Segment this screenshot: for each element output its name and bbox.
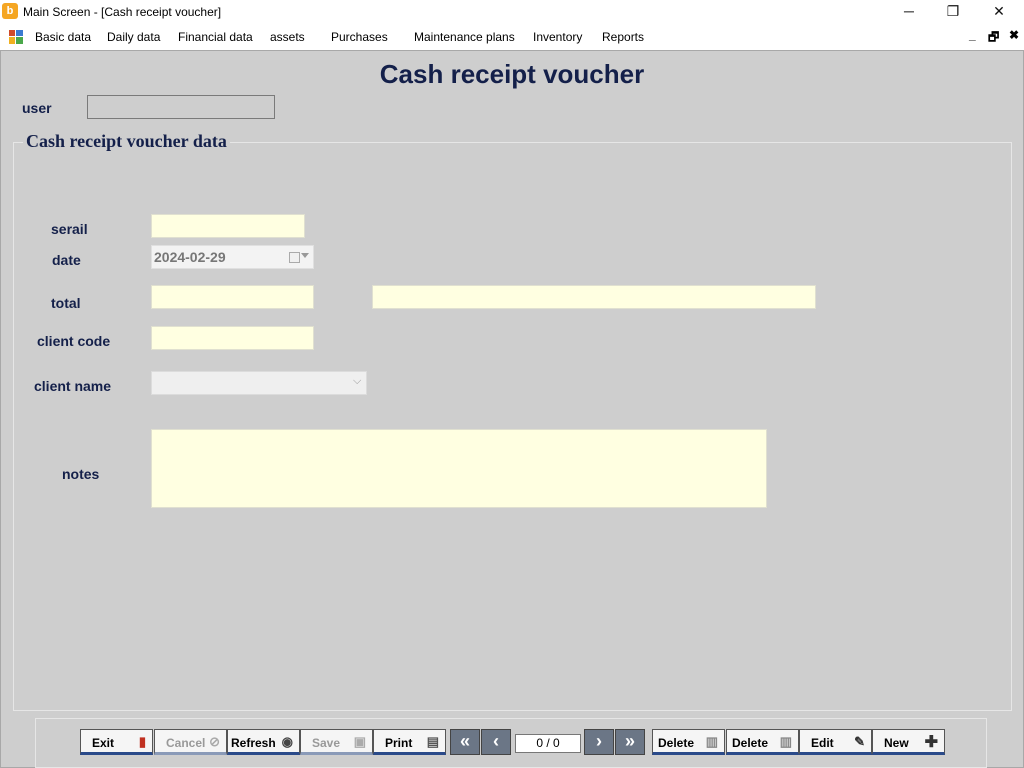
form-title: Cash receipt voucher: [379, 59, 645, 89]
cancel-circle-icon: ⊘: [209, 734, 220, 749]
new-button-label: New: [884, 736, 909, 750]
group-title: Cash receipt voucher data: [23, 131, 230, 152]
refresh-button-label: Refresh: [231, 736, 276, 750]
trash-icon: ▥: [705, 734, 718, 749]
client-name-label: client name: [34, 378, 112, 394]
notes-label: notes: [62, 466, 100, 482]
refresh-button[interactable]: Refresh ◉: [227, 729, 300, 755]
user-label: user: [22, 100, 52, 116]
client-name-select[interactable]: [151, 371, 367, 395]
print-button-label: Print: [385, 736, 413, 750]
chevron-down-icon[interactable]: ⌵: [353, 375, 1018, 388]
menu-reports[interactable]: Reports: [602, 30, 644, 44]
cancel-button-label: Cancel: [166, 736, 206, 750]
first-record-button[interactable]: «: [450, 729, 480, 755]
pencil-icon: ✎: [854, 734, 865, 749]
form-area: Cash receipt voucher user Cash receipt v…: [0, 50, 1024, 768]
record-pager[interactable]: 0 / 0: [515, 734, 581, 753]
refresh-icon: ◉: [281, 734, 293, 749]
mdi-restore-button[interactable]: 🗗: [988, 28, 999, 49]
restore-button[interactable]: ❐: [930, 0, 976, 24]
mdi-close-button[interactable]: ✖: [1009, 28, 1019, 42]
menu-assets[interactable]: assets: [270, 30, 305, 44]
exit-door-icon: ▮: [138, 734, 146, 749]
delete-all-button[interactable]: Delete ▥: [726, 729, 799, 755]
total-input[interactable]: [151, 285, 314, 309]
title-bar: b Main Screen - [Cash receipt voucher] ─…: [0, 0, 1024, 24]
edit-button[interactable]: Edit ✎: [799, 729, 872, 755]
delete-all-button-label: Delete: [732, 736, 769, 750]
form-icon: [9, 30, 23, 44]
plus-icon: ✚: [924, 734, 938, 751]
last-record-button[interactable]: »: [615, 729, 645, 755]
date-picker[interactable]: 2024-02-29: [151, 245, 314, 269]
calendar-icon[interactable]: [289, 252, 300, 263]
client-code-input[interactable]: [151, 326, 314, 350]
print-button[interactable]: Print ▤: [373, 729, 446, 755]
mdi-minimize-button[interactable]: _: [969, 28, 976, 42]
chevron-down-icon[interactable]: [301, 253, 309, 258]
save-button[interactable]: Save ▣: [300, 729, 373, 755]
menu-financial-data[interactable]: Financial data: [178, 30, 253, 44]
trash-icon: ▥: [779, 734, 792, 749]
prev-record-button[interactable]: ‹: [481, 729, 511, 755]
serial-label: serail: [51, 221, 88, 237]
delete-button-label: Delete: [658, 736, 695, 750]
date-value: 2024-02-29: [154, 249, 226, 265]
total-words-field[interactable]: [372, 285, 816, 309]
edit-button-label: Edit: [811, 736, 834, 750]
new-button[interactable]: New ✚: [872, 729, 945, 755]
serial-input[interactable]: [151, 214, 305, 238]
exit-button[interactable]: Exit ▮: [80, 729, 153, 755]
exit-button-label: Exit: [92, 736, 115, 750]
printer-icon: ▤: [426, 734, 439, 749]
user-field[interactable]: [87, 95, 275, 119]
minimize-button[interactable]: ─: [886, 0, 932, 24]
menu-basic-data[interactable]: Basic data: [35, 30, 91, 44]
cancel-button[interactable]: Cancel ⊘: [154, 729, 227, 755]
menu-purchases[interactable]: Purchases: [331, 30, 388, 44]
total-label: total: [51, 295, 81, 311]
floppy-disk-icon: ▣: [353, 734, 366, 749]
next-record-button[interactable]: ›: [584, 729, 614, 755]
save-button-label: Save: [312, 736, 341, 750]
menu-maintenance-plans[interactable]: Maintenance plans: [414, 30, 515, 44]
client-code-label: client code: [37, 333, 111, 349]
menu-inventory[interactable]: Inventory: [533, 30, 582, 44]
window-title: Main Screen - [Cash receipt voucher]: [23, 5, 222, 19]
delete-button[interactable]: Delete ▥: [652, 729, 725, 755]
notes-textarea[interactable]: [151, 429, 767, 508]
date-label: date: [52, 252, 81, 268]
app-icon: b: [2, 3, 18, 19]
close-button[interactable]: ✕: [976, 0, 1022, 24]
menu-daily-data[interactable]: Daily data: [107, 30, 160, 44]
